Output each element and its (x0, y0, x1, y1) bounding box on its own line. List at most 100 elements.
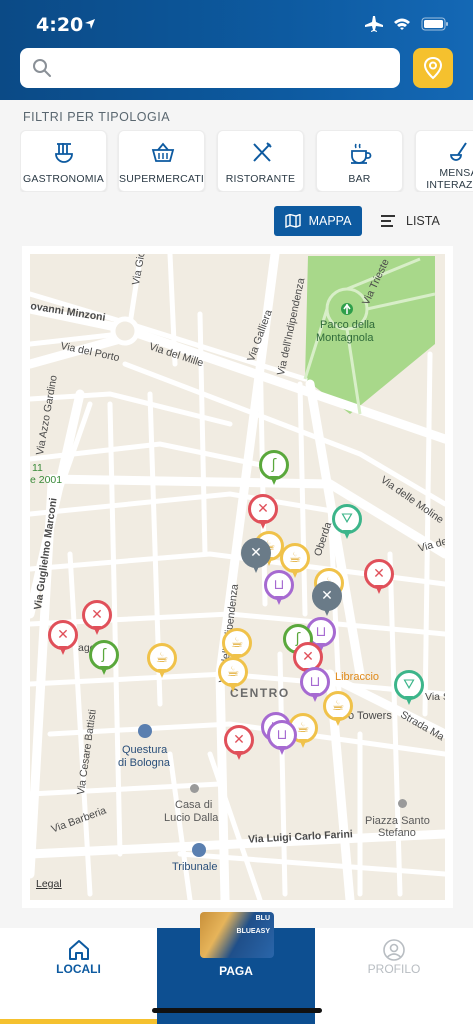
app-header: 4:20 (0, 0, 473, 100)
filter-supermercati[interactable]: SUPERMERCATI (118, 130, 205, 192)
map-pin-ristorante[interactable]: ✕ (224, 725, 254, 763)
wifi-icon (394, 18, 410, 30)
filter-ristorante[interactable]: RISTORANTE (217, 130, 304, 192)
map-label-poi: 11 (32, 462, 43, 474)
map-icon (284, 214, 301, 228)
coffee-cup-icon: ☕ (155, 650, 169, 666)
airplane-icon (365, 16, 383, 32)
map-label-poi: di Bologna (118, 757, 170, 769)
noodle-bowl-icon: ⊔ (276, 727, 288, 743)
ladle-icon (450, 142, 467, 161)
active-tab-indicator (0, 1019, 157, 1024)
location-button[interactable] (413, 48, 453, 88)
map-label-street: Via S (425, 691, 445, 703)
map-pin-bar[interactable]: ☕ (147, 643, 177, 681)
filter-mensa-label: MENSAINTERAZIEN (416, 167, 473, 191)
map-legal-link[interactable]: Legal (36, 878, 62, 890)
map-label-poi: Questura (122, 744, 168, 756)
noodle-bowl-icon: ⊔ (315, 624, 327, 640)
map-pin-mensa[interactable]: ʃ (89, 640, 119, 678)
map-pin-ristorante[interactable]: ✕ (248, 494, 278, 532)
map-pin-supermercato[interactable]: ⛛ (394, 670, 424, 708)
filter-bar-label: BAR (348, 173, 371, 185)
noodle-bowl-icon: ⊔ (273, 577, 285, 593)
map-pin-mensa[interactable]: ʃ (259, 450, 289, 488)
map-pin-supermercato[interactable]: ⛛ (332, 504, 362, 542)
filter-mensa-label-line2: INTERAZIEN (426, 179, 473, 191)
filter-supermercati-label: SUPERMERCATI (119, 173, 205, 185)
list-icon (381, 215, 395, 227)
map-pin-gastronomia[interactable]: ⊔ (264, 570, 294, 608)
home-indicator (152, 1008, 322, 1013)
basket-icon: ⛛ (403, 677, 415, 693)
map-label-poi: Stefano (378, 827, 416, 839)
map-pin-bar[interactable]: ☕ (218, 657, 248, 695)
map-label-poi: Casa di (175, 799, 213, 811)
court-poi-icon (192, 843, 206, 857)
fork-knife-icon: ✕ (91, 607, 103, 623)
coffee-cup-icon: ☕ (226, 664, 240, 680)
list-view-label: LISTA (406, 214, 440, 228)
filter-bar: GASTRONOMIA SUPERMERCATI RISTORANTE BAR … (20, 130, 473, 192)
fork-knife-icon: ✕ (57, 627, 69, 643)
map[interactable]: Via Giova Via Trieste ovanni Minzoni Via… (30, 254, 445, 900)
fork-knife-icon: ✕ (373, 566, 385, 582)
map-pin-gastronomia[interactable]: ⊔ (267, 720, 297, 758)
battery-icon (421, 17, 448, 31)
status-time: 4:20 (36, 14, 84, 36)
nav-locali[interactable]: LOCALI (0, 928, 157, 1024)
map-view-button[interactable]: MAPPA (274, 206, 362, 236)
poi-dot-icon (190, 784, 199, 793)
location-arrow-icon (85, 19, 95, 29)
ladle-icon: ʃ (271, 457, 277, 473)
police-poi-icon (138, 724, 152, 738)
fork-knife-icon (253, 142, 272, 162)
home-icon (68, 940, 89, 960)
fork-knife-icon: ✕ (302, 649, 314, 665)
coffee-cup-icon (351, 143, 372, 164)
nav-profilo[interactable]: PROFILO (315, 928, 473, 1024)
card-text: BLUEASY (236, 928, 270, 935)
filter-bar[interactable]: BAR (316, 130, 403, 192)
card-brand: BLU (255, 915, 270, 922)
roundabout (110, 316, 140, 346)
fork-knife-icon: ✕ (233, 732, 245, 748)
map-label-park: Montagnola (316, 332, 374, 344)
noodle-bowl-icon: ⊔ (309, 674, 321, 690)
search-icon (33, 59, 51, 77)
filter-gastronomia[interactable]: GASTRONOMIA (20, 130, 107, 192)
coffee-cup-icon: ☕ (230, 635, 244, 651)
map-label-poi: Lucio Dalla (164, 812, 219, 824)
noodle-bowl-icon (55, 143, 73, 163)
fork-knife-icon: ✕ (257, 501, 269, 517)
map-label-poi: o Towers (348, 710, 392, 722)
map-pin-icon (423, 56, 443, 80)
map-pin-ristorante[interactable]: ✕ (48, 620, 78, 658)
map-pin-multiple[interactable]: ✕ (312, 581, 342, 619)
basket-icon (151, 142, 175, 162)
status-icons (365, 16, 449, 32)
filter-mensa[interactable]: MENSAINTERAZIEN (415, 130, 473, 192)
coffee-cup-icon: ☕ (296, 720, 310, 736)
map-pin-bar[interactable]: ☕ (323, 691, 353, 729)
nav-profilo-label: PROFILO (367, 962, 421, 976)
search-box[interactable] (20, 48, 400, 88)
map-view-label: MAPPA (308, 214, 352, 228)
filter-mensa-label-line1: MENSA (439, 167, 473, 179)
search-input[interactable] (62, 56, 382, 80)
user-icon (383, 939, 405, 961)
list-view-button[interactable]: LISTA (376, 206, 462, 236)
nav-paga-label: PAGA (219, 964, 253, 978)
payment-card-image[interactable]: BLU BLUEASY (200, 912, 274, 958)
filter-gastronomia-label: GASTRONOMIA (23, 173, 104, 185)
status-bar: 4:20 (36, 14, 449, 38)
nav-locali-label: LOCALI (56, 962, 101, 976)
basket-icon: ⛛ (341, 511, 353, 527)
map-label-poi: Piazza Santo (365, 815, 430, 827)
multi-category-icon: ✕ (321, 588, 333, 604)
map-label-poi: Libraccio (335, 671, 380, 683)
map-pin-ristorante[interactable]: ✕ (82, 600, 112, 638)
filters-title: FILTRI PER TIPOLOGIA (23, 110, 171, 124)
map-pin-ristorante[interactable]: ✕ (364, 559, 394, 597)
coffee-cup-icon: ☕ (288, 550, 302, 566)
